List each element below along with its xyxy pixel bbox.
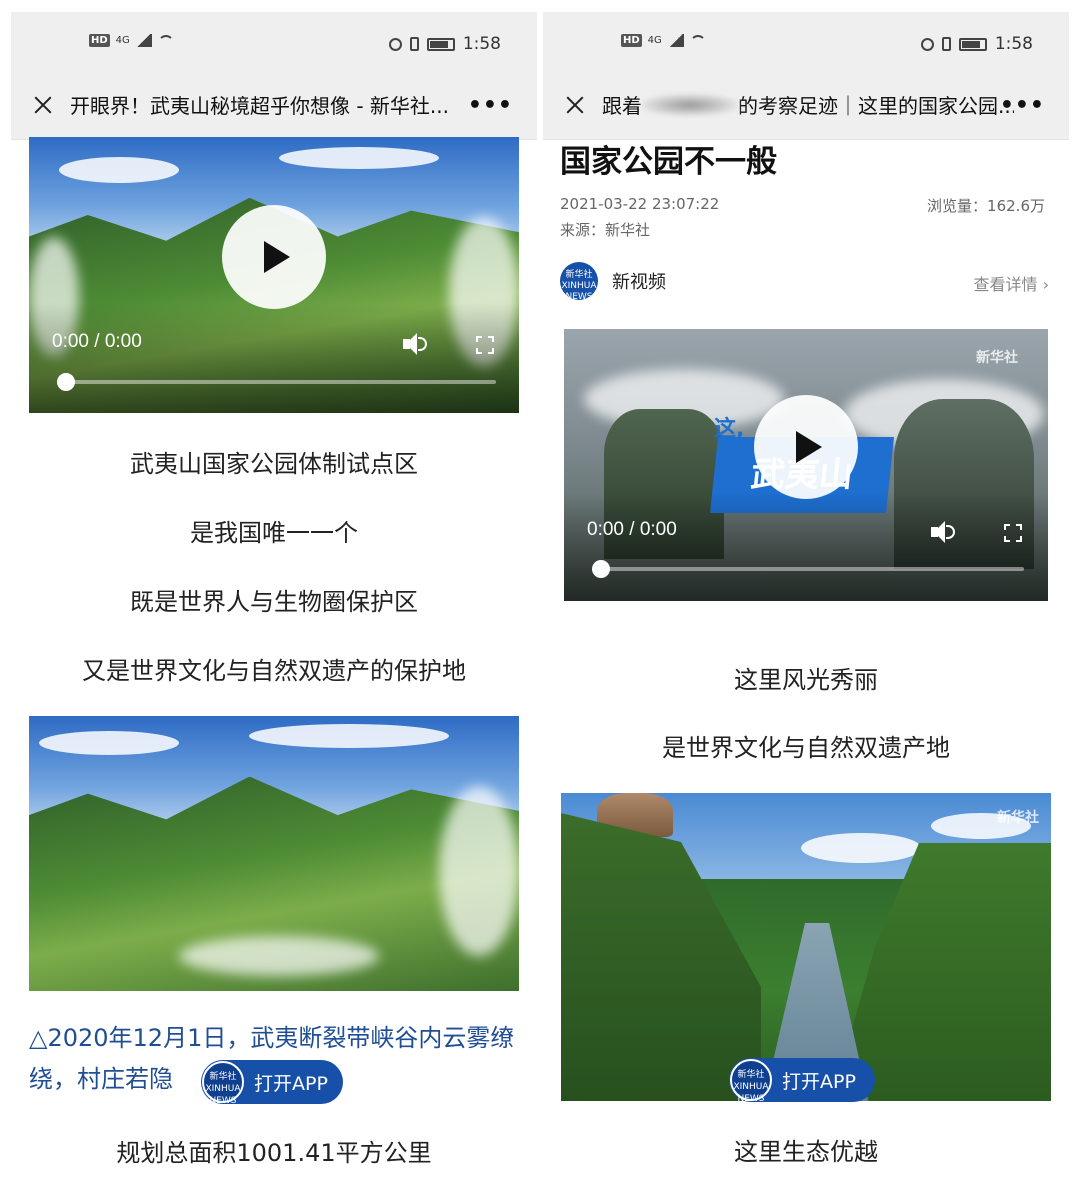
- chevron-right-icon: ›: [1042, 275, 1049, 294]
- browser-navbar: 跟着 的考察足迹｜这里的国家公园... •••: [543, 70, 1069, 140]
- open-app-button[interactable]: 新华社 XINHUA NEWS 打开APP: [201, 1060, 343, 1106]
- article-line: 这里生态优越: [734, 1138, 878, 1166]
- page-title-prefix: 跟着: [602, 94, 642, 118]
- publish-date: 2021-03-22 23:07:22: [560, 195, 720, 213]
- channel-avatar[interactable]: 新华社 XINHUA NEWS: [560, 262, 598, 302]
- battery-icon: [958, 37, 987, 51]
- wifi-icon: [157, 34, 174, 47]
- article-line: 武夷山国家公园体制试点区: [130, 450, 418, 478]
- status-time: 1:58: [994, 34, 1033, 54]
- vibrate-icon: [409, 37, 419, 51]
- volume-icon[interactable]: [931, 521, 957, 543]
- video-progress-bar[interactable]: [57, 373, 496, 391]
- open-app-label: 打开APP: [782, 1070, 856, 1093]
- article-line: 是世界文化与自然双遗产地: [662, 734, 950, 762]
- view-count: 浏览量：162.6万: [927, 197, 1045, 215]
- article-headline: 国家公园不一般: [560, 144, 777, 180]
- vibrate-icon: [941, 37, 951, 51]
- xinhua-logo-icon: 新华社 XINHUA NEWS: [730, 1059, 772, 1104]
- blurred-text: [642, 94, 738, 116]
- xinhua-watermark: 新华社: [976, 350, 1018, 366]
- wifi-icon: [689, 34, 706, 47]
- xinhua-logo-icon: 新华社 XINHUA NEWS: [202, 1061, 244, 1106]
- article-image: 新华社: [561, 793, 1051, 1101]
- network-type: 4G: [647, 35, 662, 46]
- video-player[interactable]: 这, 武夷山 新华社 0:00 / 0:00: [564, 329, 1048, 601]
- browser-navbar: 开眼界！武夷山秘境超乎你想像 - 新华社... •••: [11, 70, 537, 140]
- close-icon[interactable]: [560, 90, 590, 120]
- channel-name[interactable]: 新视频: [612, 268, 666, 294]
- signal-icon: [135, 34, 152, 47]
- play-button[interactable]: [754, 395, 858, 499]
- video-time: 0:00 / 0:00: [52, 331, 142, 352]
- video-progress-bar[interactable]: [592, 560, 1024, 578]
- progress-knob[interactable]: [57, 373, 75, 391]
- alarm-icon: [388, 37, 402, 51]
- article-line: 这里风光秀丽: [734, 666, 878, 694]
- network-type: 4G: [115, 35, 130, 46]
- page-title: 开眼界！武夷山秘境超乎你想像 - 新华社...: [70, 94, 450, 118]
- article-image: [29, 716, 519, 991]
- status-bar: HD 4G 1:58: [11, 12, 537, 70]
- article-line: 既是世界人与生物圈保护区: [130, 588, 418, 616]
- video-time: 0:00 / 0:00: [587, 519, 677, 540]
- article-source: 来源：新华社: [560, 221, 651, 239]
- article-line: 又是世界文化与自然双遗产的保护地: [82, 657, 466, 685]
- see-detail-link[interactable]: 查看详情 ›: [973, 271, 1049, 295]
- fullscreen-icon[interactable]: [476, 336, 494, 354]
- open-app-label: 打开APP: [254, 1072, 328, 1095]
- fullscreen-icon[interactable]: [1004, 524, 1022, 542]
- article-line: 规划总面积1001.41平方公里: [116, 1139, 432, 1167]
- see-detail-label: 查看详情: [973, 275, 1038, 294]
- hd-icon: HD: [621, 34, 642, 47]
- xinhua-watermark: 新华社: [997, 810, 1039, 826]
- status-time: 1:58: [462, 34, 501, 54]
- more-menu-icon[interactable]: •••: [1000, 93, 1045, 118]
- right-phone-screen: HD 4G 1:58 跟着 的考察足迹｜这里的国家公园... ••• 国家公园不一…: [543, 12, 1069, 1180]
- status-bar: HD 4G 1:58: [543, 12, 1069, 70]
- play-button[interactable]: [222, 205, 326, 309]
- progress-knob[interactable]: [592, 560, 610, 578]
- page-title-suffix: 的考察足迹｜这里的国家公园...: [738, 94, 1014, 118]
- hd-icon: HD: [89, 34, 110, 47]
- page-title: 跟着 的考察足迹｜这里的国家公园...: [602, 90, 1014, 119]
- signal-icon: [667, 34, 684, 47]
- alarm-icon: [920, 37, 934, 51]
- video-player[interactable]: 0:00 / 0:00: [29, 137, 519, 413]
- volume-icon[interactable]: [403, 333, 429, 355]
- open-app-button[interactable]: 新华社 XINHUA NEWS 打开APP: [729, 1058, 875, 1104]
- left-phone-screen: HD 4G 1:58 开眼界！武夷山秘境超乎你想像 - 新华社... ••• 0…: [11, 12, 537, 1180]
- battery-icon: [426, 37, 455, 51]
- more-menu-icon[interactable]: •••: [468, 93, 513, 118]
- close-icon[interactable]: [28, 90, 58, 120]
- article-line: 是我国唯一一个: [190, 519, 358, 547]
